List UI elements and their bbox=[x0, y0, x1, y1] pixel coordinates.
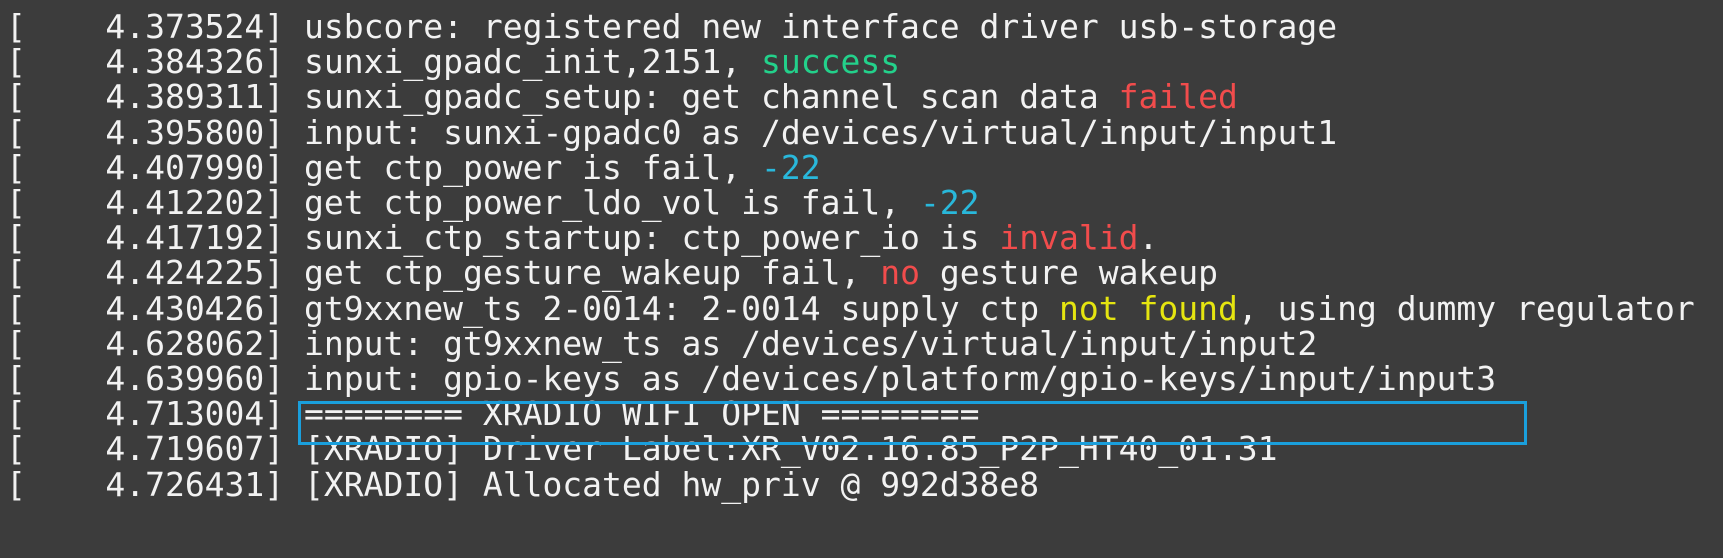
log-line: [ 4.430426] gt9xxnew_ts 2-0014: 2-0014 s… bbox=[6, 288, 1695, 328]
log-message-segment: sunxi_ctp_startup: ctp_power_io is bbox=[304, 218, 1000, 258]
log-open-bracket: [ bbox=[6, 183, 26, 222]
log-timestamp: 4.639960] bbox=[25, 359, 305, 398]
log-open-bracket: [ bbox=[6, 464, 26, 504]
log-message-segment: , using dummy regulator bbox=[1237, 288, 1695, 328]
log-message-segment: get ctp_gesture_wakeup fail, bbox=[304, 253, 881, 293]
log-timestamp: 4.384326] bbox=[25, 42, 305, 82]
log-message-segment: -22 bbox=[919, 183, 980, 222]
log-timestamp: 4.424225] bbox=[25, 253, 305, 293]
log-line: [ 4.424225] get ctp_gesture_wakeup fail,… bbox=[6, 254, 1218, 292]
log-message-segment: get ctp_power_ldo_vol is fail, bbox=[304, 183, 920, 222]
log-timestamp: 4.713004] bbox=[25, 394, 305, 434]
log-open-bracket: [ bbox=[6, 42, 26, 82]
log-message-segment: ======== XRADIO WIFI OPEN ======== bbox=[304, 394, 980, 434]
log-line: [ 4.373524] usbcore: registered new inte… bbox=[6, 8, 1337, 46]
log-line: [ 4.384326] sunxi_gpadc_init,2151, succe… bbox=[6, 43, 900, 81]
log-line: [ 4.407990] get ctp_power is fail, -22 bbox=[6, 147, 821, 187]
log-timestamp: 4.407990] bbox=[25, 147, 305, 187]
log-message-segment: [XRADIO] Driver Label:XR_V02.16.85_P2P_H… bbox=[304, 429, 1278, 469]
log-message-segment: failed bbox=[1118, 77, 1238, 117]
log-message-segment: success bbox=[761, 42, 901, 82]
log-open-bracket: [ bbox=[6, 77, 26, 117]
log-open-bracket: [ bbox=[6, 429, 26, 469]
log-open-bracket: [ bbox=[6, 359, 26, 398]
log-message-segment: sunxi_gpadc_init,2151, bbox=[304, 42, 761, 82]
log-message-segment: gesture wakeup bbox=[919, 253, 1218, 293]
log-message-segment: invalid bbox=[999, 218, 1139, 258]
log-message-segment: get ctp_power is fail, bbox=[304, 147, 761, 187]
log-timestamp: 4.430426] bbox=[25, 288, 305, 328]
log-message-segment: usbcore: registered new interface driver… bbox=[304, 7, 1338, 46]
log-line: [ 4.719607] [XRADIO] Driver Label:XR_V02… bbox=[6, 430, 1278, 468]
log-open-bracket: [ bbox=[6, 288, 26, 328]
log-timestamp: 4.719607] bbox=[25, 429, 305, 469]
log-line-highlighted: [ 4.639960] input: gpio-keys as /devices… bbox=[6, 360, 1496, 398]
log-timestamp: 4.628062] bbox=[25, 323, 305, 363]
log-open-bracket: [ bbox=[6, 323, 26, 363]
terminal-output: [ 4.373524] usbcore: registered new inte… bbox=[0, 0, 1723, 558]
log-message-segment: -22 bbox=[761, 147, 821, 187]
log-message-segment: [XRADIO] Allocated hw_priv @ 992d38e8 bbox=[304, 464, 1040, 504]
log-message-segment: input: gt9xxnew_ts as /devices/virtual/i… bbox=[304, 323, 1318, 363]
log-line: [ 4.417192] sunxi_ctp_startup: ctp_power… bbox=[6, 219, 1158, 257]
log-open-bracket: [ bbox=[6, 218, 26, 258]
log-timestamp: 4.373524] bbox=[25, 7, 305, 46]
log-timestamp: 4.412202] bbox=[25, 183, 305, 222]
log-open-bracket: [ bbox=[6, 394, 26, 434]
log-open-bracket: [ bbox=[6, 112, 26, 152]
log-line: [ 4.389311] sunxi_gpadc_setup: get chann… bbox=[6, 78, 1238, 116]
log-open-bracket: [ bbox=[6, 147, 26, 187]
log-line: [ 4.412202] get ctp_power_ldo_vol is fai… bbox=[6, 184, 980, 222]
log-message-segment: not found bbox=[1059, 288, 1238, 328]
log-timestamp: 4.726431] bbox=[25, 464, 305, 504]
log-line: [ 4.395800] input: sunxi-gpadc0 as /devi… bbox=[6, 112, 1338, 152]
log-message-segment: input: gpio-keys as /devices/platform/gp… bbox=[304, 359, 1497, 398]
log-line: [ 4.628062] input: gt9xxnew_ts as /devic… bbox=[6, 323, 1318, 363]
log-line: [ 4.726431] [XRADIO] Allocated hw_priv @… bbox=[6, 464, 1040, 504]
log-timestamp: 4.389311] bbox=[25, 77, 305, 117]
log-message-segment: input: sunxi-gpadc0 as /devices/virtual/… bbox=[304, 112, 1338, 152]
log-open-bracket: [ bbox=[6, 7, 26, 46]
log-message-segment: sunxi_gpadc_setup: get channel scan data bbox=[304, 77, 1119, 117]
log-message-segment: no bbox=[880, 253, 920, 293]
log-timestamp: 4.417192] bbox=[25, 218, 305, 258]
log-line: [ 4.713004] ======== XRADIO WIFI OPEN ==… bbox=[6, 395, 980, 433]
log-message-segment: . bbox=[1138, 218, 1159, 258]
log-open-bracket: [ bbox=[6, 253, 26, 293]
log-timestamp: 4.395800] bbox=[25, 112, 305, 152]
log-message-segment: gt9xxnew_ts 2-0014: 2-0014 supply ctp bbox=[304, 288, 1060, 328]
